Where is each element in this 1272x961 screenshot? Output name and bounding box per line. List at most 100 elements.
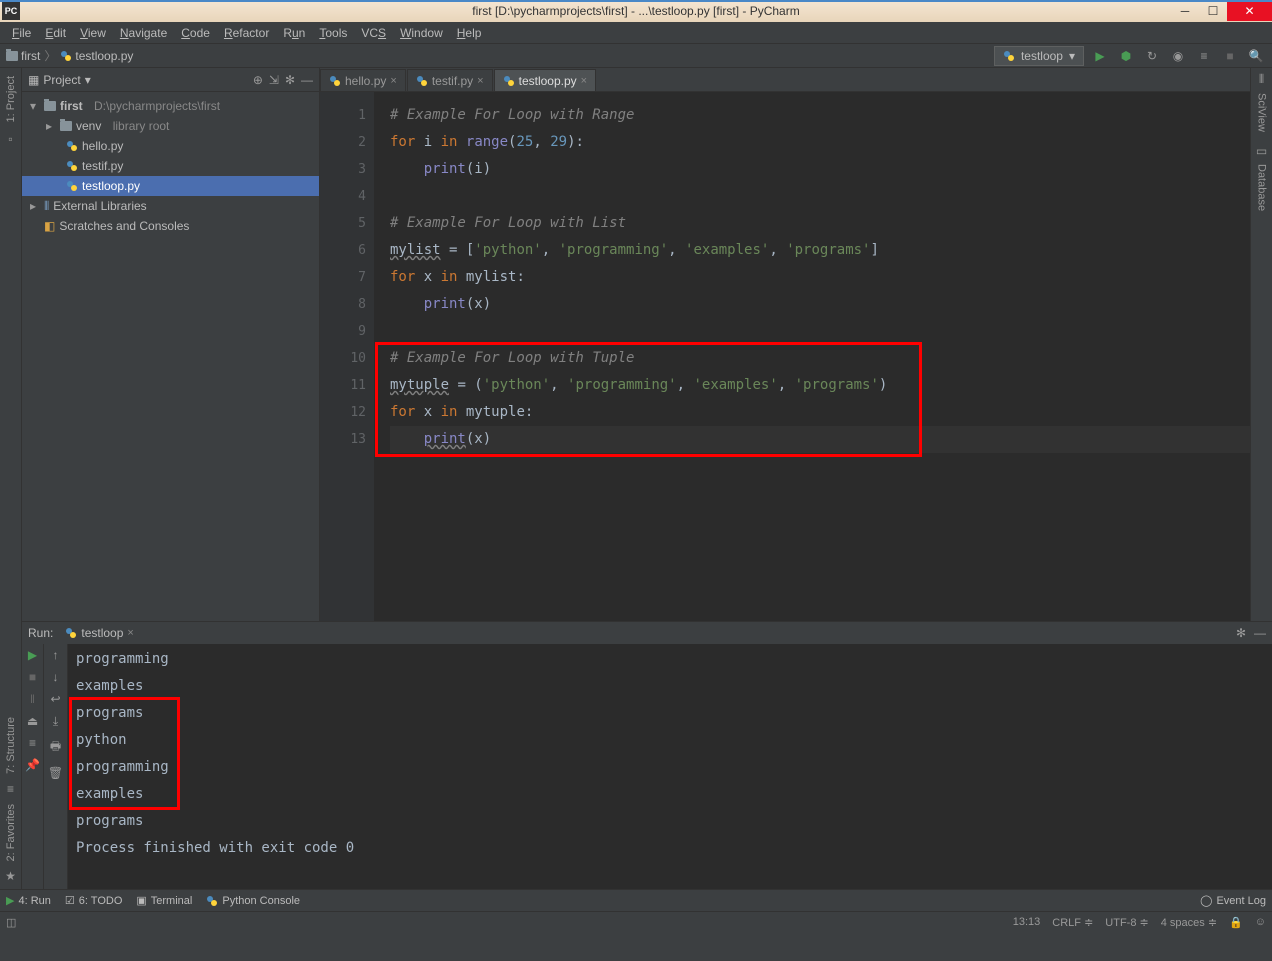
breadcrumb-root[interactable]: first [6,49,40,63]
scroll-icon[interactable]: ⤓ [53,714,58,729]
run-config-selector[interactable]: testloop ▾ [994,46,1084,66]
menu-window[interactable]: Window [394,24,449,42]
tree-file-selected[interactable]: testloop.py [22,176,319,196]
lock-icon[interactable]: 🔒 [1229,916,1243,929]
pin-button[interactable]: 📌 [25,758,40,772]
run-coverage-button[interactable]: ↻ [1142,46,1162,66]
editor-tab-active[interactable]: testloop.py × [494,69,596,91]
menu-file[interactable]: File [6,24,37,42]
bottom-tab-todo[interactable]: ☑6: TODO [65,894,122,907]
expand-arrow-icon[interactable]: ▾ [30,99,40,113]
tree-file[interactable]: hello.py [22,136,319,156]
right-tool-rail: ⦀ SciView ▭ Database [1250,68,1272,621]
rail-favorites[interactable]: 2: Favorites [5,800,17,865]
python-icon [66,140,78,152]
maximize-button[interactable]: ☐ [1199,1,1227,21]
run-button[interactable]: ▶ [1090,46,1110,66]
scratches-icon: ◧ [44,219,55,233]
run-header-actions: ✻ — [1236,626,1266,640]
folder-icon [6,51,18,61]
tree-scratches[interactable]: ◧ Scratches and Consoles [22,216,319,236]
breadcrumb-file[interactable]: testloop.py [60,49,133,63]
code-area[interactable]: # Example For Loop with Rangefor i in ra… [374,92,1250,621]
stop-button[interactable]: ■ [29,670,36,684]
run-body: ▶ ■ ‖ ⏏ ≡ 📌 ↑ ↓ ↩ ⤓ 🖶 🗑 programmingexamp… [22,644,1272,889]
status-encoding[interactable]: UTF-8 ≑ [1105,916,1148,929]
concurrent-button[interactable]: ≡ [1194,46,1214,66]
bottom-tab-python-console[interactable]: Python Console [206,895,300,907]
hector-icon[interactable]: ☺ [1255,916,1266,929]
close-icon[interactable]: × [581,75,587,87]
menu-help[interactable]: Help [451,24,488,42]
menu-vcs[interactable]: VCS [355,24,392,42]
rail-project[interactable]: 1: Project [5,72,17,126]
print-icon[interactable]: 🖶 [50,737,61,758]
debug-button[interactable]: ⬢ [1116,46,1136,66]
bottom-tab-run[interactable]: ▶4: Run [6,894,51,907]
console-output[interactable]: programmingexamplesprogramspythonprogram… [68,644,1272,889]
status-position[interactable]: 13:13 [1013,916,1041,929]
trash-icon[interactable]: 🗑 [48,766,63,780]
collapse-arrow-icon[interactable]: ▸ [46,119,56,133]
hide-icon[interactable]: — [1254,626,1266,640]
bottom-tool-rail: ▶4: Run ☑6: TODO ▣Terminal Python Consol… [0,889,1272,911]
window-controls: ─ ☐ ✕ [1171,1,1272,21]
gear-icon[interactable]: ✻ [1236,626,1246,640]
up-icon[interactable]: ↑ [53,648,59,662]
menu-tools[interactable]: Tools [313,24,353,42]
editor-tab[interactable]: hello.py × [320,69,406,91]
gear-icon[interactable]: ✻ [285,73,295,87]
locate-icon[interactable]: ⊕ [253,73,263,87]
wrap-icon[interactable]: ↩ [50,692,60,706]
menu-run[interactable]: Run [277,24,311,42]
menu-navigate[interactable]: Navigate [114,24,173,42]
project-panel-title[interactable]: ▦ Project ▾ [28,73,249,87]
python-icon [503,75,515,87]
python-icon [206,895,218,907]
breadcrumb-sep: 〉 [44,47,56,64]
rail-dots-icon[interactable]: ⦀ [1259,72,1264,87]
pause-button[interactable]: ‖ [30,692,35,706]
rail-structure[interactable]: 7: Structure [5,713,17,778]
bottom-tab-terminal[interactable]: ▣Terminal [136,894,192,907]
status-linesep[interactable]: CRLF ≑ [1052,916,1093,929]
menu-code[interactable]: Code [175,24,216,42]
bottom-tab-event-log[interactable]: ◯Event Log [1200,894,1266,907]
down-icon[interactable]: ↓ [53,670,59,684]
editor-tab[interactable]: testif.py × [407,69,493,91]
search-button[interactable]: 🔍 [1246,46,1266,66]
close-icon[interactable]: × [127,627,133,639]
run-tab[interactable]: testloop × [59,624,139,642]
menu-refactor[interactable]: Refactor [218,24,275,42]
layout-button[interactable]: ≡ [29,736,36,750]
project-panel-actions: ⊕ ⇲ ✻ — [253,73,313,87]
close-icon[interactable]: × [390,75,396,87]
status-indent[interactable]: 4 spaces ≑ [1161,916,1217,929]
rail-square-icon[interactable]: ▫ [8,132,12,146]
rail-db-icon[interactable]: ▭ [1256,144,1267,158]
tree-venv[interactable]: ▸ venv library root [22,116,319,136]
structure-icon[interactable]: ≡ [7,782,14,796]
star-icon[interactable]: ★ [5,869,16,883]
tree-external-libs[interactable]: ▸ ⦀ External Libraries [22,196,319,216]
close-icon[interactable]: × [477,75,483,87]
libs-icon: ⦀ [44,199,49,214]
collapse-arrow-icon[interactable]: ▸ [30,199,40,213]
tree-root[interactable]: ▾ first D:\pycharmprojects\first [22,96,319,116]
minimize-button[interactable]: ─ [1171,1,1199,21]
tree-file[interactable]: testif.py [22,156,319,176]
exit-button[interactable]: ⏏ [27,714,38,728]
menu-edit[interactable]: Edit [39,24,72,42]
hide-icon[interactable]: — [301,73,313,87]
rail-sciview[interactable]: SciView [1256,89,1268,136]
gutter: 12345678910111213 [320,92,374,621]
menu-view[interactable]: View [74,24,112,42]
close-button[interactable]: ✕ [1227,1,1272,21]
editor[interactable]: 12345678910111213 # Example For Loop wit… [320,92,1250,621]
status-window-icon[interactable]: ◫ [6,916,16,929]
collapse-icon[interactable]: ⇲ [269,73,279,87]
rerun-button[interactable]: ▶ [28,648,37,662]
stop-button[interactable]: ■ [1220,46,1240,66]
profile-button[interactable]: ◉ [1168,46,1188,66]
rail-database[interactable]: Database [1256,160,1268,215]
